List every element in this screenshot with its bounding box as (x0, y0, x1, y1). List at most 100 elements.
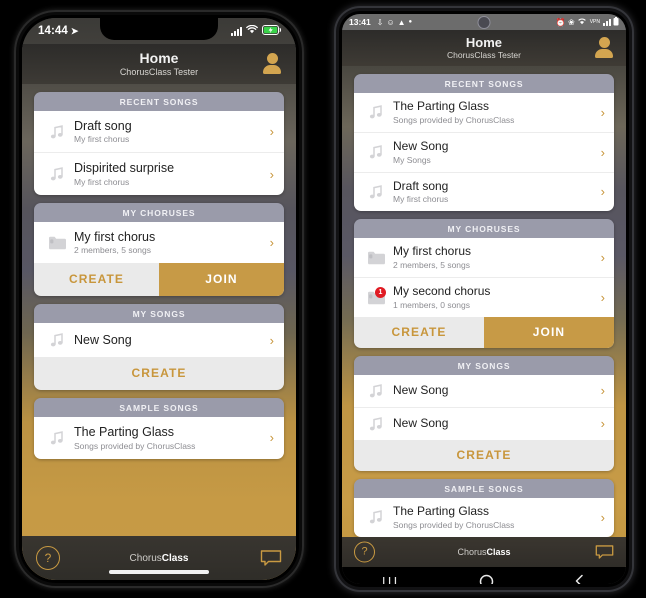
list-item-title: My second chorus (393, 284, 491, 299)
iphone-device-frame: 14:44 ➤ Home ChorusClass Tester RECENT S… (14, 10, 304, 588)
brand-suffix: Class (486, 546, 511, 557)
back-button[interactable] (573, 574, 586, 584)
notification-badge: 1 (375, 287, 386, 299)
chat-icon[interactable] (260, 550, 282, 567)
music-note-icon (363, 183, 389, 201)
iphone-content-scroll[interactable]: RECENT SONGS Draft song My first chorus › Di… (22, 84, 296, 536)
list-item[interactable]: Draft song My first chorus › (34, 111, 284, 152)
folder-icon (44, 234, 70, 251)
list-item[interactable]: The Parting Glass Songs provided by Choru… (354, 93, 614, 132)
ios-home-indicator[interactable] (109, 570, 209, 574)
list-item[interactable]: The Parting Glass Songs provided by Choru… (34, 417, 284, 458)
chat-icon[interactable] (595, 544, 614, 559)
list-item[interactable]: Draft song My first chorus › (354, 171, 614, 212)
list-item-text: New Song (389, 416, 591, 431)
list-item-text: New Song (70, 333, 260, 347)
list-item-title: The Parting Glass (393, 99, 490, 113)
list-item[interactable]: My first chorus 2 members, 5 songs › (34, 222, 284, 263)
folder-icon: 1 (363, 287, 389, 306)
avatar-body-icon (595, 49, 613, 58)
header-titles: Home ChorusClass Tester (447, 36, 521, 60)
list-item-title: New Song (74, 332, 132, 347)
section-card: RECENT SONGS The Parting Glass Songs provi… (354, 74, 614, 212)
android-bezel: 13:41 ⇩ ☺ ▲ ● ⏰ ❀ VPN Home ChorusClass T… (339, 11, 629, 587)
iphone-screen: 14:44 ➤ Home ChorusClass Tester RECENT S… (22, 18, 296, 580)
iphone-notch (100, 18, 218, 40)
iphone-app-header: Home ChorusClass Tester (22, 44, 296, 84)
chevron-right-icon: › (269, 234, 274, 250)
emoji-icon: ☺ (386, 17, 395, 27)
list-item-text: New Song My Songs (389, 138, 591, 165)
download-icon: ⇩ (376, 17, 384, 27)
camera-punch-hole (477, 16, 491, 29)
home-button[interactable] (479, 574, 494, 584)
list-item[interactable]: New Song › (354, 375, 614, 407)
chevron-right-icon: › (600, 509, 605, 525)
create-button[interactable]: CREATE (354, 317, 484, 348)
page-title: Home (465, 35, 503, 51)
android-status-right: ⏰ ❀ VPN (556, 16, 619, 28)
list-item[interactable]: Dispirited surprise My first chorus › (34, 152, 284, 194)
create-button[interactable]: CREATE (34, 357, 284, 390)
list-item-subtitle: Songs provided by ChorusClass (393, 114, 515, 125)
list-item-title: New Song (393, 138, 449, 153)
section-rows: New Song › New Song › (354, 374, 614, 440)
join-button[interactable]: JOIN (159, 263, 284, 297)
list-item-title: The Parting Glass (393, 503, 490, 518)
list-item-subtitle: 2 members, 5 songs (74, 245, 152, 256)
list-item[interactable]: New Song › (354, 406, 614, 440)
list-item[interactable]: 1 My second chorus 1 members, 0 songs › (354, 277, 614, 317)
list-item-title: Dispirited surprise (74, 161, 175, 176)
section-actions: CREATE (354, 439, 614, 471)
page-title: Home (139, 49, 179, 66)
avatar[interactable] (594, 37, 614, 59)
section-card: RECENT SONGS Draft song My first chorus › Di… (34, 92, 284, 195)
join-button[interactable]: JOIN (484, 316, 614, 348)
list-item-text: My second chorus 1 members, 0 songs (389, 284, 591, 310)
section-rows: New Song › (34, 323, 284, 358)
list-item-text: Draft song My first chorus (70, 119, 260, 144)
section-rows: The Parting Glass Songs provided by Choru… (354, 497, 614, 537)
chevron-right-icon: › (269, 430, 274, 446)
list-item[interactable]: New Song › (34, 323, 284, 357)
status-time: 14:44 (38, 25, 68, 37)
chevron-right-icon: › (269, 124, 274, 140)
chevron-right-icon: › (600, 250, 605, 266)
chevron-right-icon: › (600, 184, 605, 200)
create-button[interactable]: CREATE (354, 440, 614, 471)
section-rows: My first chorus 2 members, 5 songs › 1 My se… (354, 238, 614, 317)
help-icon[interactable]: ? (36, 546, 60, 570)
music-note-icon (44, 331, 70, 349)
header-titles: Home ChorusClass Tester (120, 51, 198, 77)
section-card: MY CHORUSES My first chorus 2 members, 5 s… (354, 219, 614, 348)
avatar[interactable] (262, 53, 282, 75)
recents-button[interactable]: ||| (382, 575, 400, 584)
list-item-subtitle: My first chorus (74, 134, 130, 145)
help-glyph: ? (361, 545, 368, 558)
section-card: MY SONGS New Song › New Song › CREATE (354, 355, 614, 471)
music-note-icon (363, 508, 389, 526)
chevron-right-icon: › (600, 144, 605, 160)
section-actions: CREATE (34, 357, 284, 391)
music-note-icon (363, 103, 389, 121)
section-rows: Draft song My first chorus › Dispirited sur… (34, 111, 284, 195)
brand-label: ChorusClass (457, 547, 510, 557)
help-icon[interactable]: ? (354, 541, 375, 563)
bluetooth-icon: ❀ (568, 17, 575, 27)
page-subtitle: ChorusClass Tester (119, 66, 199, 77)
list-item[interactable]: The Parting Glass Songs provided by Choru… (354, 498, 614, 537)
warning-icon: ▲ (397, 17, 406, 27)
list-item-title: New Song (393, 416, 449, 431)
chevron-right-icon: › (269, 332, 274, 348)
list-item[interactable]: My first chorus 2 members, 5 songs › (354, 238, 614, 277)
section-actions: CREATE JOIN (34, 263, 284, 297)
list-item-subtitle: My first chorus (74, 176, 130, 187)
battery-icon (613, 16, 619, 28)
list-item-title: Draft song (74, 119, 132, 133)
list-item-subtitle: Songs provided by ChorusClass (74, 440, 196, 451)
list-item[interactable]: New Song My Songs › (354, 131, 614, 172)
brand-prefix: Chorus (457, 546, 487, 557)
list-item-text: Draft song My first chorus (389, 179, 591, 205)
android-content-scroll[interactable]: RECENT SONGS The Parting Glass Songs provi… (342, 66, 626, 537)
create-button[interactable]: CREATE (34, 263, 159, 296)
